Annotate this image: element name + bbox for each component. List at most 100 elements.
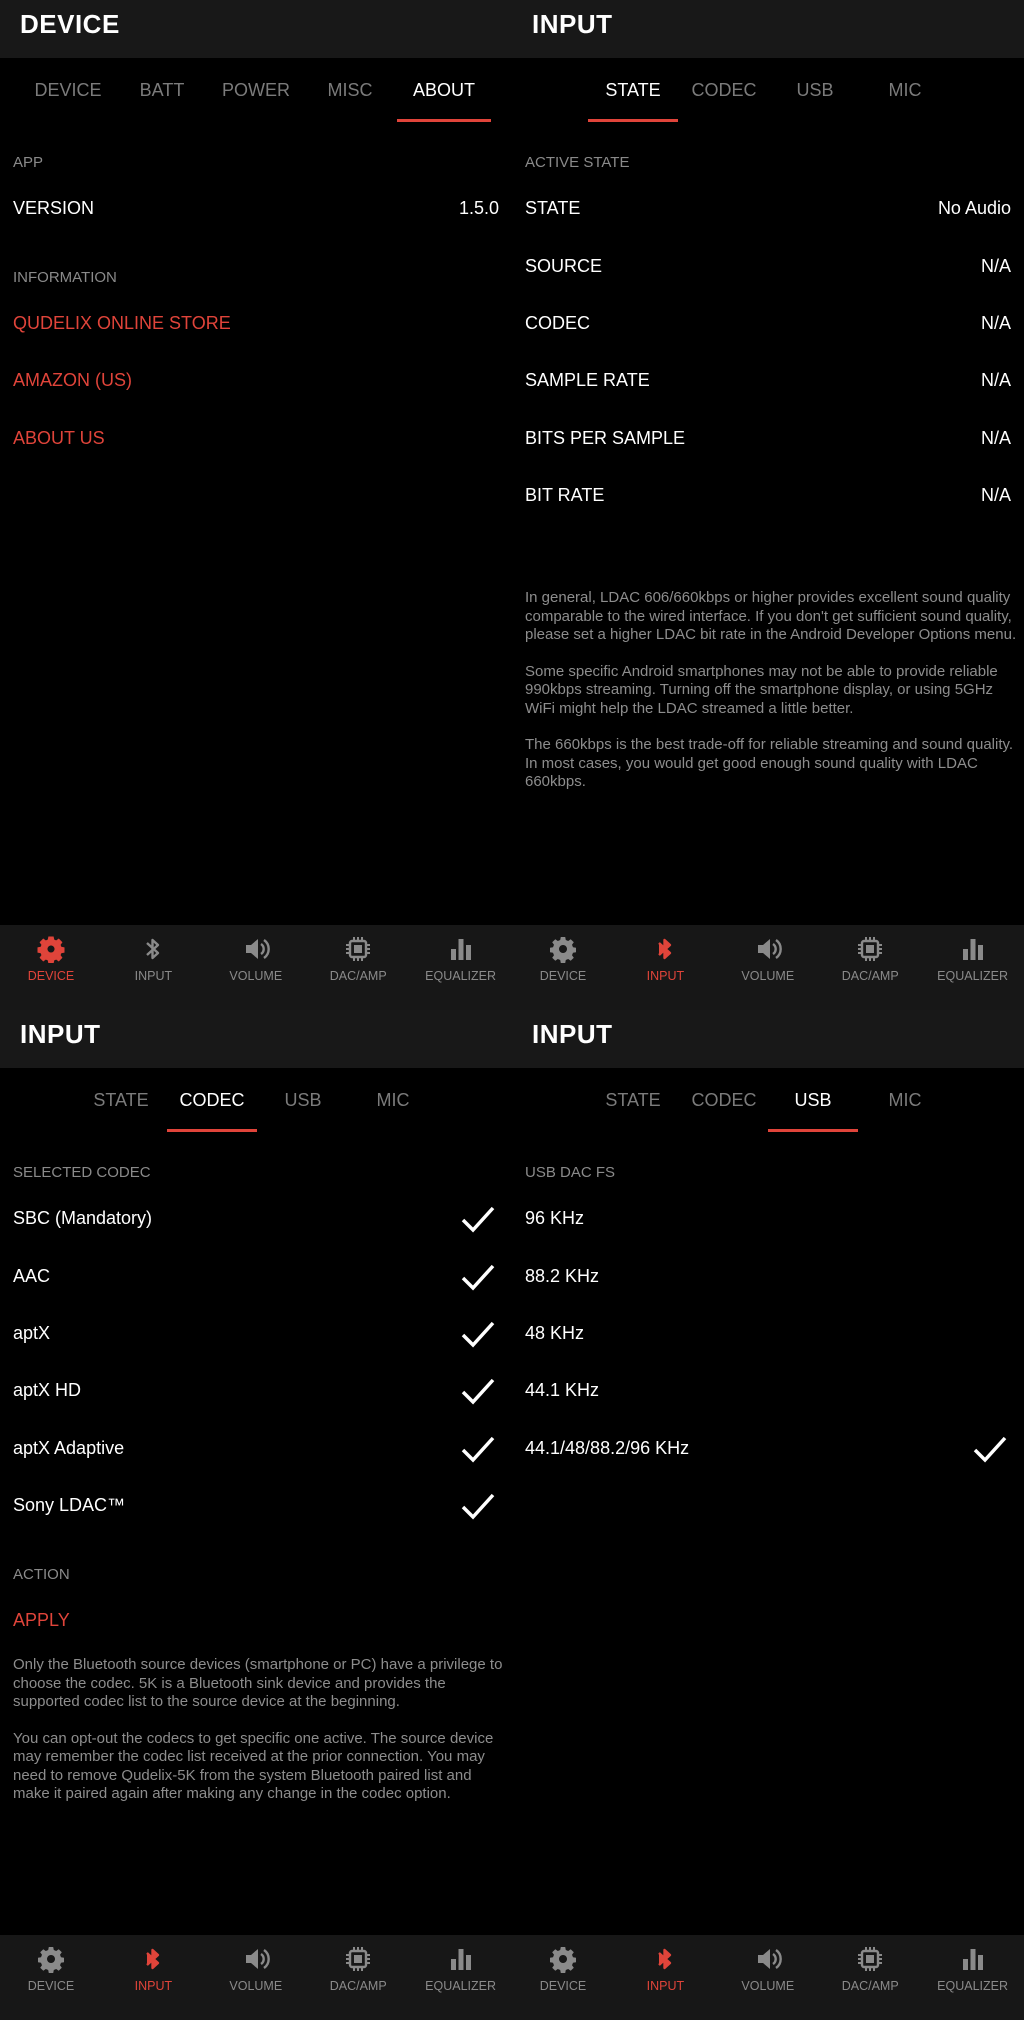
codec-option-aac[interactable]: AAC	[13, 1266, 499, 1287]
bluetooth-icon	[102, 1945, 204, 1973]
usb-fs-option-44-1[interactable]: 44.1 KHz	[525, 1380, 1011, 1401]
tab-state[interactable]: STATE	[588, 80, 678, 122]
usb-fs-option-96[interactable]: 96 KHz	[525, 1208, 1011, 1229]
section-header-active-state: ACTIVE STATE	[525, 154, 630, 171]
nav-item-device[interactable]: DEVICE	[512, 935, 614, 983]
source-label: SOURCE	[525, 256, 603, 276]
app-bar: INPUT	[0, 1010, 512, 1068]
codec-option-aptx-hd[interactable]: aptX HD	[13, 1380, 499, 1401]
page-title: INPUT	[532, 9, 613, 39]
bit-rate-value: N/A	[980, 485, 1011, 505]
tab-usb[interactable]: USB	[768, 1090, 858, 1132]
nav-item-equalizer[interactable]: EQUALIZER	[922, 935, 1024, 983]
version-value: 1.5.0	[458, 198, 499, 218]
tab-batt[interactable]: BATT	[117, 80, 207, 122]
online-store-link[interactable]: QUDELIX ONLINE STORE	[13, 313, 231, 334]
section-header-usb-dac-fs: USB DAC FS	[525, 1164, 616, 1181]
nav-item-input[interactable]: INPUT	[102, 1945, 204, 1993]
nav-item-device[interactable]: DEVICE	[512, 1945, 614, 1993]
tab-mic[interactable]: MIC	[348, 1090, 438, 1132]
nav-item-input[interactable]: INPUT	[102, 935, 204, 983]
checkmark-icon[interactable]	[461, 1492, 495, 1520]
tab-state[interactable]: STATE	[588, 1090, 678, 1132]
codec-label: CODEC	[525, 313, 591, 333]
about-us-link[interactable]: ABOUT US	[13, 428, 105, 449]
tab-mic[interactable]: MIC	[860, 1090, 950, 1132]
codec-option-ldac[interactable]: Sony LDAC™	[13, 1495, 499, 1516]
nav-item-volume[interactable]: VOLUME	[205, 1945, 307, 1993]
bottom-navigation: DEVICE INPUT VOLUME DAC/AMP EQUALIZER	[0, 1935, 512, 2020]
tab-device[interactable]: DEVICE	[20, 80, 116, 122]
checkmark-icon[interactable]	[461, 1377, 495, 1405]
checkmark-icon[interactable]	[973, 1435, 1007, 1463]
note-paragraph: Some specific Android smartphones may no…	[525, 662, 998, 717]
tab-state[interactable]: STATE	[76, 1090, 166, 1132]
codec-value: N/A	[980, 313, 1011, 333]
chip-icon	[819, 1945, 921, 1973]
checkmark-icon[interactable]	[461, 1435, 495, 1463]
state-value: No Audio	[937, 198, 1011, 218]
source-value: N/A	[980, 256, 1011, 276]
bottom-navigation: DEVICE INPUT VOLUME DAC/AMP EQUALIZER	[0, 925, 512, 1010]
app-bar: INPUT	[512, 0, 1024, 58]
nav-item-input[interactable]: INPUT	[614, 1945, 716, 1993]
nav-item-label: DEVICE	[27, 969, 75, 983]
bits-per-sample-label: BITS PER SAMPLE	[525, 428, 686, 448]
nav-item-equalizer[interactable]: EQUALIZER	[922, 1945, 1024, 1993]
chip-icon	[307, 1945, 409, 1973]
nav-item-equalizer[interactable]: EQUALIZER	[410, 935, 512, 983]
usb-fs-option-label: 48 KHz	[525, 1323, 585, 1343]
usb-fs-option-label: 88.2 KHz	[525, 1266, 600, 1286]
nav-item-label: VOLUME	[741, 969, 795, 983]
ldac-info-text: In general, LDAC 606/660kbps or higher p…	[525, 589, 1020, 810]
tab-misc[interactable]: MISC	[305, 80, 395, 122]
bottom-navigation: DEVICE INPUT VOLUME DAC/AMP EQUALIZER	[512, 925, 1024, 1010]
nav-item-equalizer[interactable]: EQUALIZER	[410, 1945, 512, 1993]
sample-rate-label: SAMPLE RATE	[525, 370, 650, 390]
nav-item-label: DAC/AMP	[329, 1979, 387, 1993]
source-row: SOURCE N/A	[525, 256, 1011, 277]
bluetooth-icon	[614, 1945, 716, 1973]
codec-option-aptx-adaptive[interactable]: aptX Adaptive	[13, 1438, 499, 1459]
bits-per-sample-row: BITS PER SAMPLE N/A	[525, 428, 1011, 449]
bottom-navigation: DEVICE INPUT VOLUME DAC/AMP EQUALIZER	[512, 1935, 1024, 2020]
nav-item-label: EQUALIZER	[425, 1979, 497, 1993]
version-row: VERSION 1.5.0	[13, 198, 499, 219]
tab-about[interactable]: ABOUT	[397, 80, 491, 122]
tab-codec[interactable]: CODEC	[167, 1090, 257, 1132]
apply-button[interactable]: APPLY	[13, 1610, 70, 1631]
usb-fs-option-auto[interactable]: 44.1/48/88.2/96 KHz	[525, 1438, 1011, 1459]
nav-item-volume[interactable]: VOLUME	[717, 1945, 819, 1993]
nav-item-input[interactable]: INPUT	[614, 935, 716, 983]
tab-power[interactable]: POWER	[208, 80, 304, 122]
bluetooth-icon	[614, 935, 716, 963]
checkmark-icon[interactable]	[461, 1205, 495, 1233]
speaker-icon	[717, 1945, 819, 1973]
nav-item-dac-amp[interactable]: DAC/AMP	[819, 1945, 921, 1993]
checkmark-icon[interactable]	[461, 1320, 495, 1348]
nav-item-device[interactable]: DEVICE	[0, 1945, 102, 1993]
tab-codec[interactable]: CODEC	[679, 1090, 769, 1132]
codec-option-aptx[interactable]: aptX	[13, 1323, 499, 1344]
version-label: VERSION	[13, 198, 95, 218]
usb-fs-option-88-2[interactable]: 88.2 KHz	[525, 1266, 1011, 1287]
tab-mic[interactable]: MIC	[860, 80, 950, 122]
nav-item-volume[interactable]: VOLUME	[205, 935, 307, 983]
tab-usb[interactable]: USB	[258, 1090, 348, 1132]
nav-item-label: DAC/AMP	[841, 969, 899, 983]
nav-item-volume[interactable]: VOLUME	[717, 935, 819, 983]
usb-fs-option-label: 96 KHz	[525, 1208, 585, 1228]
usb-fs-option-48[interactable]: 48 KHz	[525, 1323, 1011, 1344]
bluetooth-icon	[102, 935, 204, 963]
amazon-link[interactable]: AMAZON (US)	[13, 370, 132, 391]
app-bar: DEVICE	[0, 0, 512, 58]
nav-item-device[interactable]: DEVICE	[0, 935, 102, 983]
nav-item-label: INPUT	[134, 1979, 173, 1993]
nav-item-dac-amp[interactable]: DAC/AMP	[307, 935, 409, 983]
nav-item-dac-amp[interactable]: DAC/AMP	[307, 1945, 409, 1993]
codec-option-sbc[interactable]: SBC (Mandatory)	[13, 1208, 499, 1229]
tab-codec[interactable]: CODEC	[679, 80, 769, 122]
tab-usb[interactable]: USB	[770, 80, 860, 122]
nav-item-dac-amp[interactable]: DAC/AMP	[819, 935, 921, 983]
checkmark-icon[interactable]	[461, 1263, 495, 1291]
